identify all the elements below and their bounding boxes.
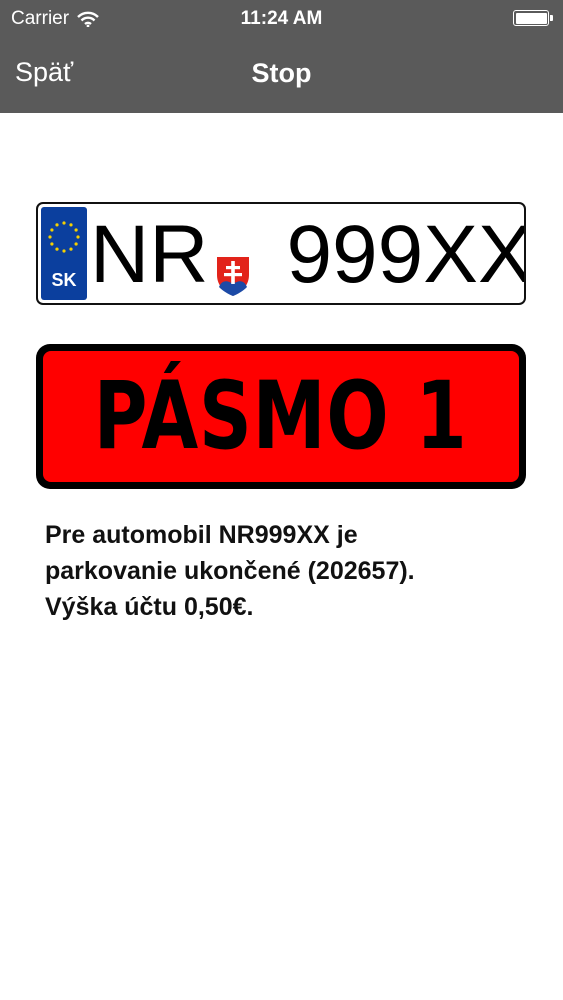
slovak-coat-of-arms-icon	[212, 224, 254, 299]
parking-zone-badge: PÁSMO 1	[36, 344, 526, 489]
zone-label: PÁSMO 1	[94, 362, 468, 471]
eu-stars-icon	[48, 221, 80, 253]
navigation-bar: Späť Stop	[0, 38, 563, 113]
country-code: SK	[51, 270, 77, 290]
status-bar: Carrier 11:24 AM	[0, 0, 563, 38]
plate-serial: 999XX	[286, 209, 526, 300]
license-plate: SK NR 999XX	[36, 202, 526, 305]
plate-number: NR 999XX	[90, 208, 524, 301]
eu-band: SK	[41, 207, 87, 300]
top-bar: Carrier 11:24 AM Späť Stop	[0, 0, 563, 113]
parking-status-message: Pre automobil NR999XX je parkovanie ukon…	[45, 521, 415, 621]
page-title: Stop	[251, 58, 312, 88]
plate-district: NR	[90, 209, 209, 300]
clock: 11:24 AM	[240, 8, 323, 29]
battery-icon	[513, 10, 553, 26]
zone-background: PÁSMO 1	[43, 351, 519, 482]
